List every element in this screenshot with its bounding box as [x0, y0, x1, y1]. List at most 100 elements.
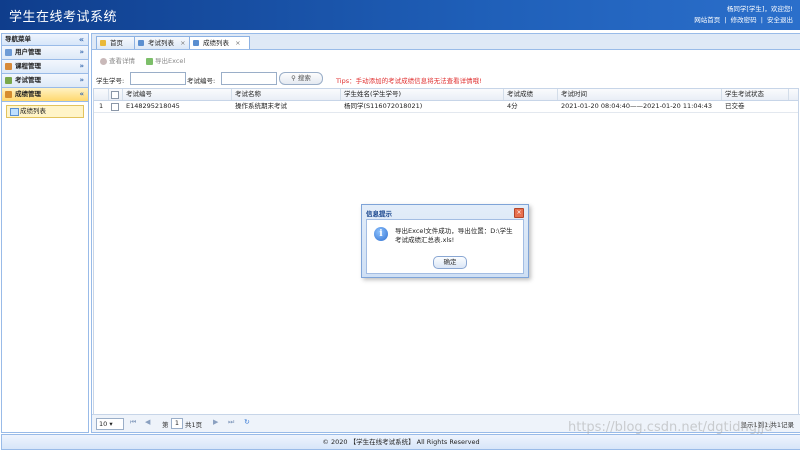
cell-exam-id: E148295218045	[126, 102, 180, 110]
tab-exam-list[interactable]: 考试列表 ×	[134, 36, 195, 49]
column-header-student[interactable]: 学生姓名(学生学号)	[344, 89, 401, 100]
list-icon	[10, 108, 19, 116]
column-header-exam-name[interactable]: 考试名称	[235, 89, 261, 100]
header-user-area: 杨同学[学生]，欢迎您! 网站首页 | 修改密码 | 安全退出	[694, 4, 793, 26]
section-label: 用户管理	[15, 48, 41, 56]
welcome-text: 杨同学[学生]，欢迎您!	[726, 5, 793, 13]
prev-page-icon[interactable]: ◀	[145, 418, 150, 426]
expand-chevron-icon: »	[79, 76, 84, 84]
expand-chevron-icon: »	[79, 62, 84, 70]
dialog-title: 信息提示	[366, 210, 392, 218]
cell-score: 4分	[507, 102, 518, 110]
column-header-score[interactable]: 考试成绩	[507, 89, 533, 100]
dialog-body: i 导出Excel文件成功，导出位置：D:\学生考试成绩汇总表.xls! 确定	[366, 219, 524, 274]
table-header: 考试编号 考试名称 学生姓名(学生学号) 考试成绩 考试时间 学生考试状态	[94, 89, 798, 101]
column-divider	[721, 89, 722, 100]
row-number: 1	[99, 102, 104, 110]
export-excel-label: 导出Excel	[155, 57, 186, 65]
tab-score-list[interactable]: 成绩列表 ×	[189, 36, 250, 50]
page-icon	[193, 40, 199, 46]
export-excel-button[interactable]: 导出Excel	[146, 55, 185, 65]
exam-id-label: 考试编号:	[187, 77, 216, 85]
first-page-icon[interactable]: ⏮	[130, 418, 136, 427]
cell-exam-time: 2021-01-20 08:04:40——2021-01-20 11:04:43	[561, 102, 713, 110]
info-icon: i	[374, 227, 388, 241]
section-label: 成绩管理	[15, 90, 41, 98]
tab-home[interactable]: 首页	[96, 36, 137, 49]
close-tab-icon[interactable]: ×	[180, 39, 185, 47]
users-icon	[5, 49, 12, 56]
tab-bar: 首页 考试列表 × 成绩列表 ×	[91, 33, 800, 50]
sidebar-item-score-list[interactable]: 成绩列表	[6, 105, 84, 118]
page-prefix: 第	[162, 421, 169, 429]
exam-id-input[interactable]	[221, 72, 277, 85]
home-link[interactable]: 网站首页	[694, 16, 720, 24]
sidebar-title: 导航菜单 «	[2, 34, 88, 46]
student-id-label: 学生学号:	[96, 77, 125, 85]
cell-student: 杨同学(S116072018021)	[344, 102, 423, 110]
search-bar: 学生学号: 考试编号: ⚲ 搜索 Tips：手动添加的考试成绩信息将无法查看详情…	[92, 71, 800, 86]
view-details-button[interactable]: 查看详情	[100, 55, 135, 65]
column-divider	[122, 89, 123, 100]
logout-link[interactable]: 安全退出	[767, 16, 793, 24]
column-divider	[557, 89, 558, 100]
collapse-chevron-icon: «	[79, 90, 84, 98]
tab-label: 成绩列表	[203, 39, 229, 47]
navigation-sidebar: 导航菜单 « 用户管理 » 课程管理 » 考试管理 » 成绩管理 « 成绩列表	[1, 33, 89, 433]
link-separator: |	[760, 16, 763, 24]
lightbulb-icon	[100, 40, 106, 46]
sidebar-section-course-management[interactable]: 课程管理 »	[2, 60, 88, 74]
info-dialog: 信息提示 × i 导出Excel文件成功，导出位置：D:\学生考试成绩汇总表.x…	[361, 204, 529, 278]
watermark: https://blog.csdn.net/dgtidhgjjd	[568, 420, 773, 435]
page-total: 共1页	[185, 421, 203, 429]
search-button-label: 搜索	[297, 74, 311, 82]
section-label: 课程管理	[15, 62, 41, 70]
column-divider	[231, 89, 232, 100]
close-tab-icon[interactable]: ×	[235, 39, 240, 47]
tab-label: 考试列表	[148, 39, 174, 47]
next-page-icon[interactable]: ▶	[213, 418, 218, 426]
table-row[interactable]: 1 E148295218045 操作系统期末考试 杨同学(S1160720180…	[94, 101, 798, 113]
row-checkbox[interactable]	[111, 103, 119, 111]
toolbar: 查看详情 导出Excel	[92, 50, 800, 69]
column-header-status[interactable]: 学生考试状态	[725, 89, 764, 100]
column-divider	[503, 89, 504, 100]
column-divider	[340, 89, 341, 100]
sidebar-section-score-management[interactable]: 成绩管理 «	[2, 88, 88, 102]
search-button[interactable]: ⚲ 搜索	[279, 72, 323, 85]
column-divider	[108, 89, 109, 100]
copyright-text: © 2020 【学生在线考试系统】 All Rights Reserved	[322, 438, 480, 446]
header-links: 网站首页 | 修改密码 | 安全退出	[694, 15, 793, 26]
dialog-message: 导出Excel文件成功，导出位置：D:\学生考试成绩汇总表.xls!	[395, 227, 513, 244]
column-header-exam-time[interactable]: 考试时间	[561, 89, 587, 100]
cell-status: 已交卷	[725, 102, 745, 110]
column-divider	[788, 89, 789, 100]
page-size-select[interactable]: 10 ▾	[96, 418, 124, 430]
page-icon	[138, 40, 144, 46]
ok-button[interactable]: 确定	[433, 256, 467, 269]
section-label: 考试管理	[15, 76, 41, 84]
sidebar-title-text: 导航菜单	[5, 35, 31, 43]
folder-icon	[5, 91, 12, 98]
collapse-sidebar-icon[interactable]: «	[79, 34, 84, 45]
page-size-value: 10	[99, 420, 108, 428]
change-password-link[interactable]: 修改密码	[731, 16, 757, 24]
select-all-checkbox[interactable]	[111, 91, 119, 99]
tips-text: Tips：手动添加的考试成绩信息将无法查看详情哦!	[336, 77, 482, 85]
footer: © 2020 【学生在线考试系统】 All Rights Reserved	[1, 434, 800, 450]
refresh-icon[interactable]: ↻	[244, 418, 250, 426]
book-icon	[5, 63, 12, 70]
app-header: 学生在线考试系统 杨同学[学生]，欢迎您! 网站首页 | 修改密码 | 安全退出	[0, 0, 800, 30]
page-number-input[interactable]: 1	[171, 418, 183, 429]
close-icon[interactable]: ×	[514, 208, 524, 218]
view-details-label: 查看详情	[109, 57, 135, 65]
search-icon: ⚲	[291, 74, 296, 82]
column-header-exam-id[interactable]: 考试编号	[126, 89, 152, 100]
student-id-input[interactable]	[130, 72, 186, 85]
last-page-icon[interactable]: ⏭	[228, 418, 234, 427]
sidebar-section-exam-management[interactable]: 考试管理 »	[2, 74, 88, 88]
sidebar-section-user-management[interactable]: 用户管理 »	[2, 46, 88, 60]
sidebar-item-label: 成绩列表	[20, 107, 46, 115]
expand-chevron-icon: »	[79, 48, 84, 56]
cell-exam-name: 操作系统期末考试	[235, 102, 287, 110]
